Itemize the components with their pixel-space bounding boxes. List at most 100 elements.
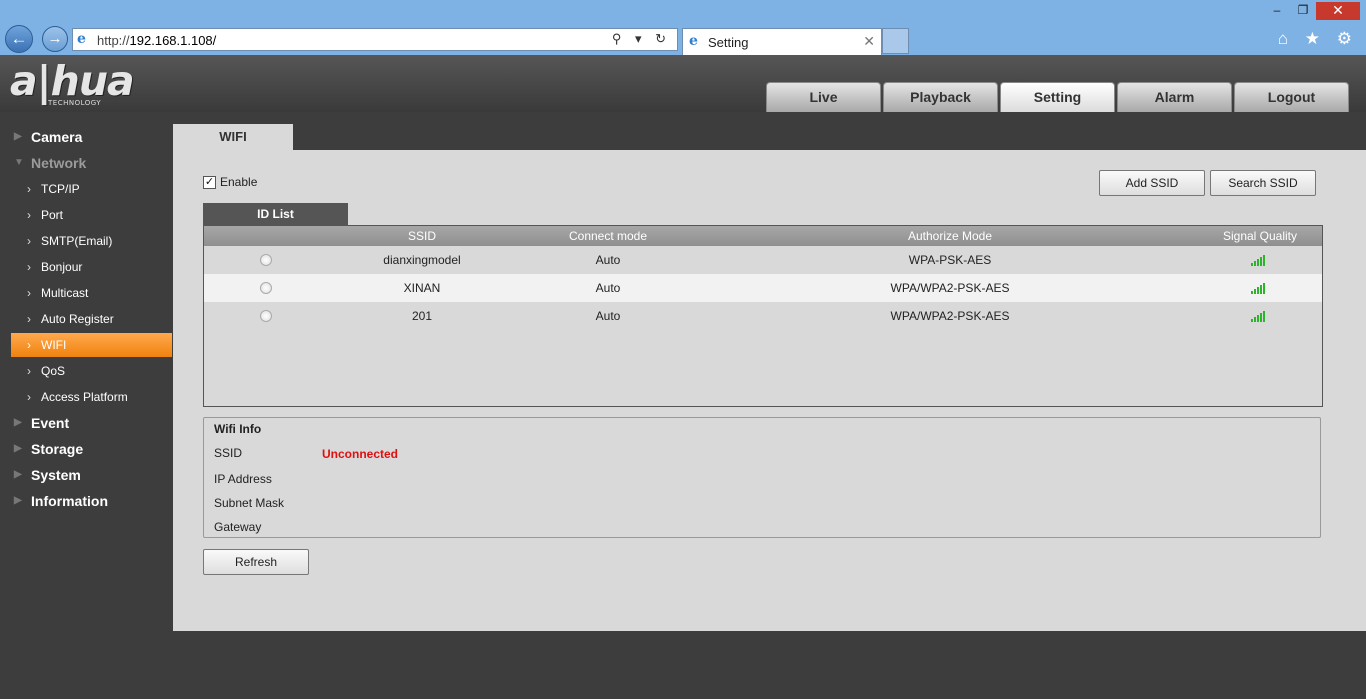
id-list-tab[interactable]: ID List — [203, 203, 348, 225]
chevron-right-icon: › — [27, 390, 31, 404]
info-ssid-value: Unconnected — [322, 447, 399, 461]
home-favorites-settings-icons[interactable]: ⌂ ★ ⚙ — [1278, 29, 1358, 49]
chevron-right-icon: › — [27, 286, 31, 300]
url-text: http://192.168.1.108/ — [97, 33, 217, 48]
row-authorize-mode: WPA/WPA2-PSK-AES — [890, 309, 1010, 323]
search-refresh-icons[interactable]: ⚲ ▾ ↻ — [612, 31, 671, 47]
table-row[interactable]: 201 Auto WPA/WPA2-PSK-AES — [204, 302, 1322, 330]
tab-logout[interactable]: Logout — [1234, 82, 1349, 112]
info-subnet-label: Subnet Mask — [214, 496, 285, 510]
enable-checkbox[interactable]: ✓ — [203, 175, 216, 189]
chevron-right-icon: › — [27, 208, 31, 222]
back-button[interactable]: ← — [5, 25, 33, 53]
triangle-down-icon: ▼ — [14, 157, 24, 168]
sidebar-group-camera[interactable]: ▶ Camera — [0, 124, 172, 150]
row-radio[interactable] — [260, 282, 272, 294]
ie-icon: e — [77, 31, 86, 47]
row-connect-mode: Auto — [595, 309, 621, 323]
info-gateway-label: Gateway — [214, 520, 262, 534]
signal-strength-icon — [1251, 255, 1265, 266]
triangle-right-icon: ▶ — [14, 495, 22, 506]
signal-strength-icon — [1251, 283, 1265, 294]
row-authorize-mode: WPA/WPA2-PSK-AES — [890, 281, 1010, 295]
sidebar-item-access-platform[interactable]: › Access Platform — [11, 384, 172, 410]
wifi-panel: ✓ Enable Add SSID Search SSID ID List SS… — [173, 150, 1366, 631]
row-connect-mode: Auto — [595, 253, 621, 267]
new-tab-button[interactable] — [882, 28, 909, 54]
tab-playback[interactable]: Playback — [883, 82, 998, 112]
ssid-list-header: SSID Connect mode Authorize Mode Signal … — [204, 226, 1322, 246]
chevron-right-icon: › — [27, 260, 31, 274]
dahua-logo: a|hua TECHNOLOGY — [10, 57, 135, 107]
column-ssid: SSID — [407, 229, 437, 243]
logo-sub: TECHNOLOGY — [48, 99, 102, 107]
chevron-right-icon: › — [27, 338, 31, 352]
search-ssid-button[interactable]: Search SSID — [1210, 170, 1316, 196]
maximize-button[interactable]: ❐ — [1290, 2, 1316, 20]
column-connect-mode: Connect mode — [568, 229, 648, 243]
sidebar-item-port[interactable]: › Port — [11, 202, 172, 228]
chevron-right-icon: › — [27, 364, 31, 378]
add-ssid-button[interactable]: Add SSID — [1099, 170, 1205, 196]
sidebar-group-event[interactable]: ▶ Event — [0, 410, 172, 436]
minimize-button[interactable]: – — [1264, 2, 1290, 20]
sidebar-item-auto-register[interactable]: › Auto Register — [11, 306, 172, 332]
sidebar-item-multicast[interactable]: › Multicast — [11, 280, 172, 306]
table-row[interactable]: dianxingmodel Auto WPA-PSK-AES — [204, 246, 1322, 274]
signal-strength-icon — [1251, 311, 1265, 322]
table-row[interactable]: XINAN Auto WPA/WPA2-PSK-AES — [204, 274, 1322, 302]
sidebar-group-storage[interactable]: ▶ Storage — [0, 436, 172, 462]
forward-button[interactable]: → — [42, 26, 68, 52]
content-tab-wifi[interactable]: WIFI — [173, 124, 293, 150]
wifi-info-title: Wifi Info — [214, 422, 262, 436]
info-ip-label: IP Address — [214, 472, 272, 486]
triangle-right-icon: ▶ — [14, 443, 22, 454]
chevron-right-icon: › — [27, 182, 31, 196]
row-ssid: dianxingmodel — [383, 253, 461, 267]
enable-label: Enable — [220, 175, 258, 189]
row-radio[interactable] — [260, 310, 272, 322]
row-ssid: XINAN — [403, 281, 441, 295]
tab-live[interactable]: Live — [766, 82, 881, 112]
row-authorize-mode: WPA-PSK-AES — [908, 253, 992, 267]
arrow-left-icon: ← — [10, 29, 28, 48]
arrow-right-icon: → — [47, 30, 63, 47]
ssid-list: SSID Connect mode Authorize Mode Signal … — [203, 225, 1323, 407]
sidebar-group-network[interactable]: ▼ Network — [0, 150, 172, 176]
triangle-right-icon: ▶ — [14, 417, 22, 428]
info-ssid-label: SSID — [214, 446, 243, 460]
sidebar-item-wifi[interactable]: › WIFI — [11, 333, 172, 357]
logo-main: a|hua — [10, 57, 135, 105]
chevron-right-icon: › — [27, 312, 31, 326]
refresh-button[interactable]: Refresh — [203, 549, 309, 575]
browser-tab-title: Setting — [708, 35, 749, 50]
browser-toolbar: ← → e http://192.168.1.108/ ⚲ ▾ ↻ e Sett… — [0, 0, 1366, 55]
triangle-right-icon: ▶ — [14, 469, 22, 480]
ie-icon: e — [689, 33, 698, 49]
row-radio[interactable] — [260, 254, 272, 266]
sidebar-item-qos[interactable]: › QoS — [11, 358, 172, 384]
enable-row: ✓ Enable — [203, 175, 257, 189]
main-nav-tabs: Live Playback Setting Alarm Logout — [766, 82, 1351, 112]
sidebar-group-system[interactable]: ▶ System — [0, 462, 172, 488]
chevron-right-icon: › — [27, 234, 31, 248]
app-header: a|hua TECHNOLOGY Live Playback Setting A… — [0, 55, 1366, 112]
sidebar-item-bonjour[interactable]: › Bonjour — [11, 254, 172, 280]
sidebar-item-tcpip[interactable]: › TCP/IP — [11, 176, 172, 202]
row-ssid: 201 — [411, 309, 433, 323]
window-close-button[interactable]: ✕ — [1316, 2, 1360, 20]
address-bar[interactable]: e http://192.168.1.108/ ⚲ ▾ ↻ — [72, 28, 678, 51]
sidebar-group-information[interactable]: ▶ Information — [0, 488, 172, 514]
tab-setting[interactable]: Setting — [1000, 82, 1115, 112]
sidebar: ▶ Camera ▼ Network › TCP/IP › Port › SMTP(Ema… — [0, 124, 172, 514]
window-controls: – ❐ ✕ — [1264, 2, 1360, 20]
column-authorize-mode: Authorize Mode — [907, 229, 993, 243]
row-connect-mode: Auto — [595, 281, 621, 295]
column-signal-quality: Signal Quality — [1222, 229, 1298, 243]
tab-alarm[interactable]: Alarm — [1117, 82, 1232, 112]
wifi-info-box: Wifi Info SSID Unconnected IP Address Su… — [203, 417, 1321, 538]
sidebar-item-smtp[interactable]: › SMTP(Email) — [11, 228, 172, 254]
browser-tab-setting[interactable]: e Setting ✕ — [682, 28, 882, 55]
triangle-right-icon: ▶ — [14, 131, 22, 142]
close-icon[interactable]: ✕ — [863, 33, 875, 50]
